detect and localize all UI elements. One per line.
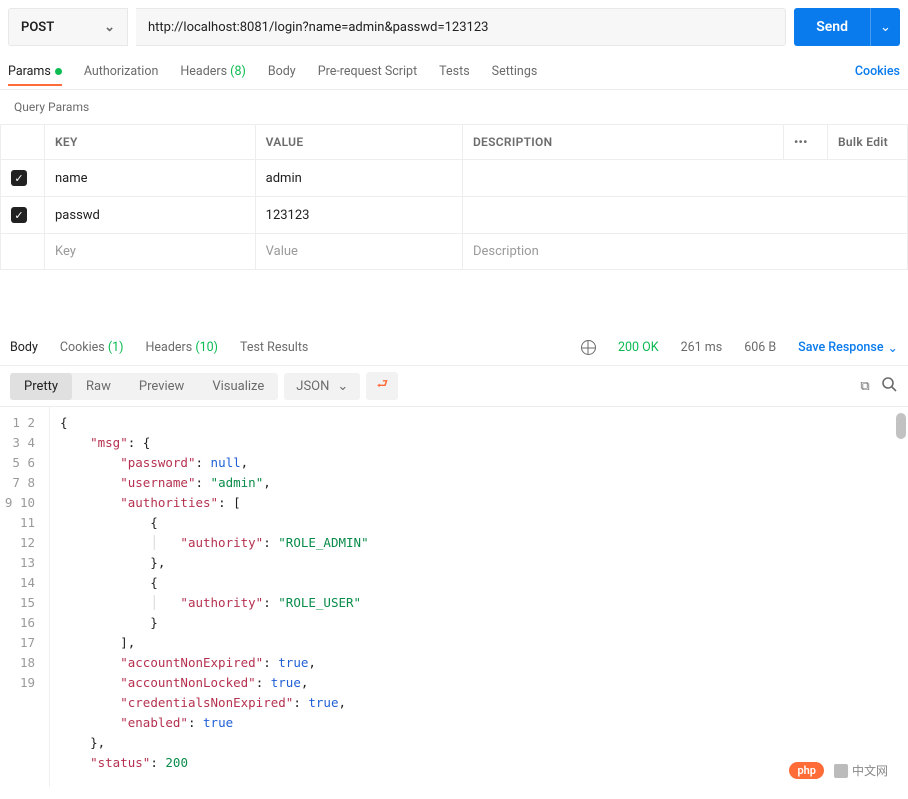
tab-authorization[interactable]: Authorization xyxy=(84,58,159,85)
view-raw[interactable]: Raw xyxy=(72,373,125,400)
scrollbar-thumb[interactable] xyxy=(896,413,906,439)
http-method-value: POST xyxy=(21,20,54,35)
view-mode-segment: Pretty Raw Preview Visualize xyxy=(10,373,278,400)
code-lines: { "msg": { "password": null, "username":… xyxy=(50,407,908,787)
cn-branding: 中文网 xyxy=(834,762,888,779)
tab-response-body[interactable]: Body xyxy=(10,340,38,355)
logo-icon xyxy=(834,764,848,778)
key-placeholder[interactable]: Key xyxy=(45,234,256,270)
tab-prerequest[interactable]: Pre-request Script xyxy=(318,58,417,85)
tab-response-headers[interactable]: Headers (10) xyxy=(146,340,219,355)
wrap-icon: ⮐ xyxy=(376,375,388,397)
chevron-down-icon: ⌄ xyxy=(337,379,348,394)
tab-headers[interactable]: Headers (8) xyxy=(180,58,245,85)
query-params-table: KEY VALUE DESCRIPTION ••• Bulk Edit ✓ na… xyxy=(0,124,908,270)
globe-icon[interactable] xyxy=(581,340,596,355)
wrap-lines-button[interactable]: ⮐ xyxy=(366,372,398,400)
value-cell[interactable]: 123123 xyxy=(255,197,462,234)
url-value: http://localhost:8081/login?name=admin&p… xyxy=(148,20,488,35)
description-cell[interactable] xyxy=(462,197,907,234)
description-cell[interactable] xyxy=(462,160,907,197)
view-visualize[interactable]: Visualize xyxy=(198,373,278,400)
view-preview[interactable]: Preview xyxy=(125,373,198,400)
tab-settings[interactable]: Settings xyxy=(492,58,538,85)
col-description: DESCRIPTION xyxy=(462,125,783,160)
chevron-down-icon: ⌄ xyxy=(888,340,898,356)
more-options-icon[interactable]: ••• xyxy=(784,125,828,160)
bulk-edit-button[interactable]: Bulk Edit xyxy=(828,125,908,160)
table-row: ✓ passwd 123123 xyxy=(1,197,908,234)
send-dropdown[interactable]: ⌄ xyxy=(870,8,900,46)
status-code: 200 OK xyxy=(618,340,659,355)
checkbox[interactable]: ✓ xyxy=(11,170,27,186)
tab-test-results[interactable]: Test Results xyxy=(240,340,308,355)
response-time: 261 ms xyxy=(681,340,723,355)
col-value: VALUE xyxy=(255,125,462,160)
col-key: KEY xyxy=(45,125,256,160)
table-row-new: Key Value Description xyxy=(1,234,908,270)
value-placeholder[interactable]: Value xyxy=(255,234,462,270)
tab-response-cookies[interactable]: Cookies (1) xyxy=(60,340,124,355)
url-input[interactable]: http://localhost:8081/login?name=admin&p… xyxy=(136,8,786,46)
response-body-viewer[interactable]: 1 2 3 4 5 6 7 8 9 10 11 12 13 14 15 16 1… xyxy=(0,407,908,787)
tab-tests[interactable]: Tests xyxy=(439,58,469,85)
tab-params[interactable]: Params xyxy=(8,58,62,85)
description-placeholder[interactable]: Description xyxy=(462,234,907,270)
chevron-down-icon: ⌄ xyxy=(880,20,891,35)
checkbox[interactable]: ✓ xyxy=(11,207,27,223)
send-button[interactable]: Send xyxy=(794,8,870,46)
tab-body[interactable]: Body xyxy=(268,58,296,85)
table-row: ✓ name admin xyxy=(1,160,908,197)
format-select[interactable]: JSON ⌄ xyxy=(284,373,360,400)
http-method-select[interactable]: POST ⌄ xyxy=(8,8,128,46)
key-cell[interactable]: passwd xyxy=(45,197,256,234)
save-response-button[interactable]: Save Response ⌄ xyxy=(798,340,898,356)
active-dot-icon xyxy=(55,68,62,75)
value-cell[interactable]: admin xyxy=(255,160,462,197)
view-pretty[interactable]: Pretty xyxy=(10,373,72,400)
copy-icon[interactable]: ⧉ xyxy=(856,379,874,394)
search-icon[interactable] xyxy=(880,376,898,396)
key-cell[interactable]: name xyxy=(45,160,256,197)
query-params-title: Query Params xyxy=(0,90,908,124)
response-size: 606 B xyxy=(744,340,776,355)
php-badge: php xyxy=(789,762,824,779)
chevron-down-icon: ⌄ xyxy=(104,20,115,35)
line-gutter: 1 2 3 4 5 6 7 8 9 10 11 12 13 14 15 16 1… xyxy=(0,407,50,787)
cookies-link[interactable]: Cookies xyxy=(855,64,900,79)
